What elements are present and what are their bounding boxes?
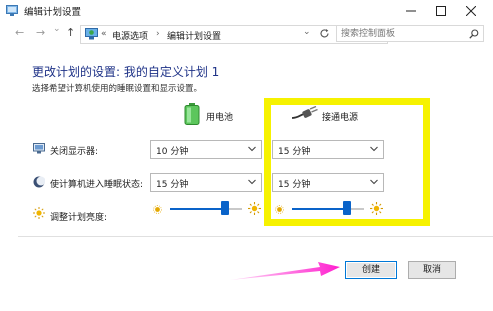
- page-subtitle: 选择希望计算机使用的睡眠设置和显示设置。: [32, 84, 203, 94]
- brightness-low-icon: [153, 205, 162, 217]
- footer-divider: [18, 236, 493, 237]
- left-margin: [0, 44, 18, 311]
- chevron-down-icon: [248, 146, 256, 152]
- monitor-icon: [33, 143, 45, 157]
- up-arrow-icon[interactable]: ↑: [66, 26, 75, 39]
- chevron-down-icon: [248, 179, 256, 185]
- brightness-high-icon: [248, 202, 261, 218]
- title-bar: 编辑计划设置: [0, 0, 493, 22]
- breadcrumb-separator: ›: [156, 29, 160, 39]
- sleep-moon-icon: [33, 176, 46, 191]
- close-button[interactable]: [456, 0, 486, 22]
- breadcrumb-edit-plan-settings[interactable]: 编辑计划设置: [167, 29, 221, 42]
- minimize-button[interactable]: [396, 0, 426, 22]
- brightness-low-icon: [275, 205, 284, 217]
- chevron-down-icon: [370, 146, 378, 152]
- slider-thumb[interactable]: [221, 201, 230, 215]
- slider-fill: [292, 208, 348, 210]
- address-history-dropdown[interactable]: ⌄: [303, 27, 311, 37]
- edit-plan-settings-window: 编辑计划设置 ← → ⌄ ↑ « 电源选项 › 编辑计划设置 ⌄ 搜索控制面板 …: [0, 0, 493, 311]
- minimize-icon: [406, 10, 416, 12]
- column-header-plugged-in: 接通电源: [322, 113, 359, 123]
- display-off-plugged-value: 15 分钟: [278, 147, 311, 157]
- sleep-plugged-select[interactable]: 15 分钟: [272, 173, 384, 192]
- display-off-battery-select[interactable]: 10 分钟: [150, 140, 262, 159]
- display-off-plugged-select[interactable]: 15 分钟: [272, 140, 384, 159]
- address-overflow[interactable]: «: [101, 29, 107, 39]
- close-icon: [466, 6, 476, 16]
- refresh-icon: [320, 29, 329, 38]
- chevron-down-icon: [370, 179, 378, 185]
- back-arrow-icon[interactable]: ←: [15, 26, 24, 39]
- sleep-label: 使计算机进入睡眠状态:: [50, 180, 144, 190]
- power-plug-icon: [291, 105, 318, 123]
- breadcrumb-power-options[interactable]: 电源选项: [112, 29, 148, 42]
- display-off-battery-value: 10 分钟: [156, 147, 189, 157]
- maximize-icon: [436, 6, 446, 16]
- search-icon: [469, 29, 479, 39]
- recent-locations-icon[interactable]: ⌄: [53, 24, 61, 34]
- magenta-arrow-annotation: [230, 262, 340, 280]
- brightness-battery-slider[interactable]: [170, 201, 242, 217]
- maximize-button[interactable]: [426, 0, 456, 22]
- brightness-plugged-slider[interactable]: [292, 201, 364, 217]
- sleep-plugged-value: 15 分钟: [278, 180, 311, 190]
- slider-fill: [170, 208, 226, 210]
- cancel-button[interactable]: 取消: [408, 261, 456, 279]
- slider-thumb[interactable]: [343, 201, 352, 215]
- brightness-sun-icon: [33, 207, 45, 222]
- control-panel-location-icon: [85, 28, 98, 40]
- window-title: 编辑计划设置: [24, 7, 82, 18]
- search-input[interactable]: [341, 27, 467, 40]
- forward-arrow-icon[interactable]: →: [36, 26, 45, 39]
- refresh-button[interactable]: [316, 26, 332, 41]
- sleep-battery-value: 15 分钟: [156, 180, 189, 190]
- brightness-label: 调整计划亮度:: [50, 213, 108, 223]
- display-off-label: 关闭显示器:: [50, 147, 99, 157]
- battery-icon: [184, 103, 200, 128]
- sleep-battery-select[interactable]: 15 分钟: [150, 173, 262, 192]
- page-title: 更改计划的设置: 我的自定义计划 1: [32, 65, 220, 79]
- search-box[interactable]: [336, 25, 484, 42]
- control-panel-app-icon: [6, 5, 18, 16]
- column-header-battery: 用电池: [206, 113, 234, 123]
- create-button[interactable]: 创建: [345, 261, 397, 279]
- brightness-high-icon: [370, 202, 383, 218]
